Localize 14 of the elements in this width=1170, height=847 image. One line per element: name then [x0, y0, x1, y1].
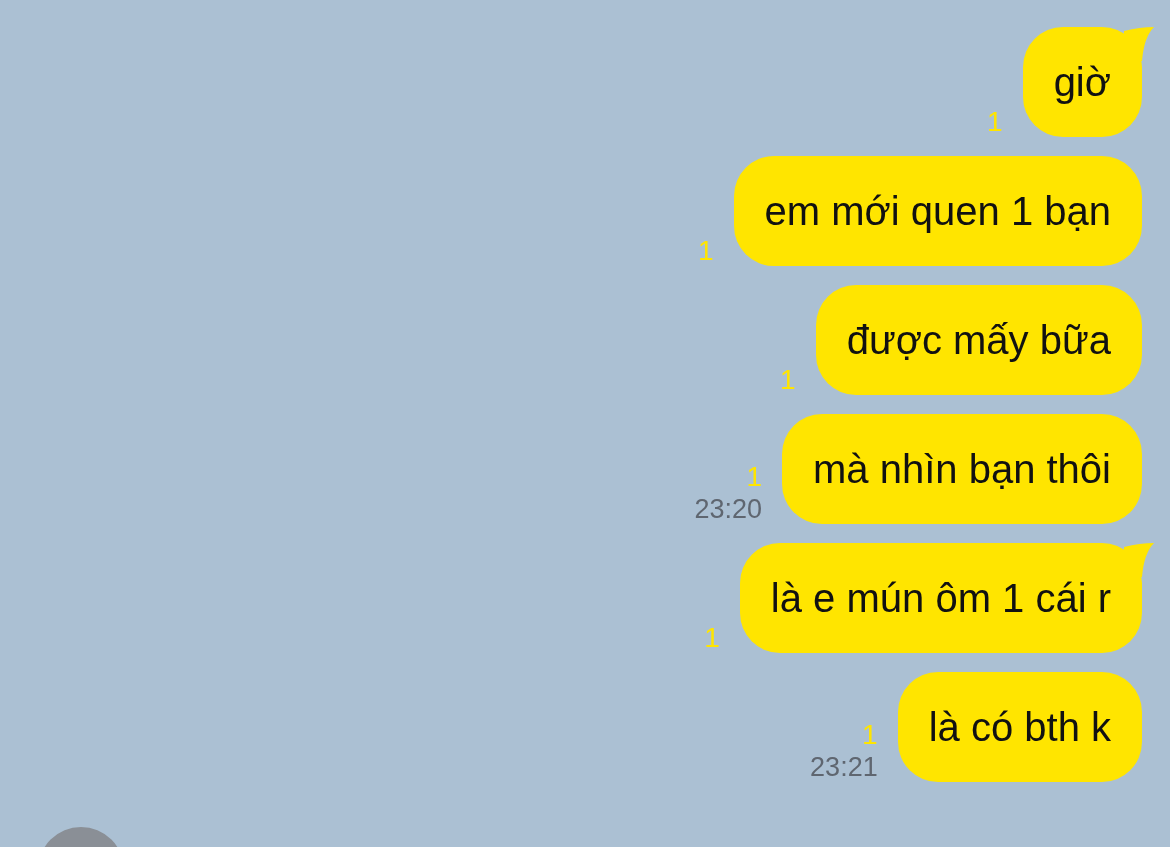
message-bubble: được mấy bữa: [815, 285, 1142, 395]
unread-count: 1: [987, 107, 1003, 137]
message-bubble: em mới quen 1 bạn: [733, 156, 1142, 266]
message-bubble: mà nhìn bạn thôi: [782, 414, 1142, 524]
unread-count: 1: [780, 365, 796, 395]
unread-count: 1: [746, 462, 762, 492]
unread-count: 1: [698, 236, 714, 266]
timestamp: 23:20: [694, 493, 762, 526]
bubble-tail-icon: [1124, 543, 1154, 577]
message-bubble: là có bth k: [897, 672, 1142, 782]
unread-count: 1: [862, 720, 878, 750]
bubble-tail-icon: [1124, 27, 1154, 61]
unread-count: 1: [704, 623, 720, 653]
timestamp: 23:21: [810, 751, 878, 784]
